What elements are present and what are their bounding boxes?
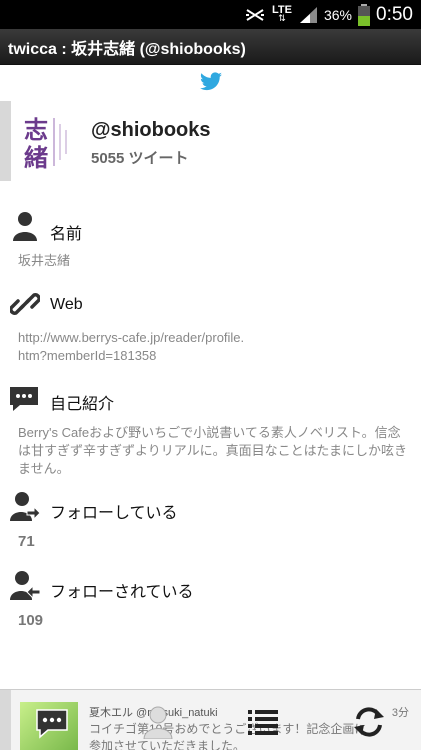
- mute-icon: [246, 8, 265, 21]
- signal-icon: [299, 6, 317, 23]
- following-count[interactable]: 71: [18, 533, 35, 550]
- screen-name: @shiobooks: [91, 119, 211, 141]
- title-bar: twicca : 坂井志緒 (@shiobooks): [0, 29, 421, 65]
- profile-icon[interactable]: [141, 705, 175, 739]
- battery-icon: [358, 3, 371, 26]
- followers-label: フォローされている: [50, 584, 194, 601]
- avatar[interactable]: 志 緒: [20, 110, 76, 172]
- timeline-tweet-time: 3分: [391, 707, 409, 719]
- timeline-tweet-line2: 参加させていただきました。: [89, 739, 246, 750]
- following-label: フォローしている: [50, 505, 178, 522]
- bio-label: 自己紹介: [50, 396, 115, 413]
- bio-line1: Berry's Cafeおよび野いちごで小説書いてる素人ノベリスト。信念: [18, 425, 401, 440]
- status-bar: LTE ⇅ 36% 0:50: [0, 0, 421, 29]
- clock: 0:50: [376, 3, 413, 25]
- speech-bubble-icon: [10, 387, 38, 411]
- reply-icon[interactable]: [35, 705, 69, 739]
- following-icon: [10, 492, 40, 521]
- menu-icon[interactable]: [246, 705, 280, 739]
- profile-left-bar: [0, 101, 11, 181]
- refresh-icon[interactable]: [352, 705, 386, 739]
- link-icon: [10, 293, 40, 315]
- twitter-bird-icon: [200, 72, 222, 91]
- bio-line3: ません。: [18, 461, 70, 476]
- followers-count[interactable]: 109: [18, 612, 43, 629]
- battery-percent: 36%: [323, 6, 353, 23]
- name-value: 坂井志緒: [18, 253, 71, 268]
- bottom-left-bar: [0, 690, 11, 750]
- svg-text:緒: 緒: [24, 143, 48, 172]
- lte-icon: LTE ⇅: [272, 4, 292, 24]
- web-url-line1[interactable]: http://www.berrys-cafe.jp/reader/profile…: [18, 328, 244, 347]
- svg-text:志: 志: [24, 115, 48, 144]
- tweet-count[interactable]: 5055 ツイート: [91, 147, 189, 168]
- bio-line2: は甘すぎず辛すぎずよりリアルに。真面目なことはたまにしか呟き: [18, 443, 407, 458]
- page-title: twicca : 坂井志緒 (@shiobooks): [8, 40, 246, 58]
- web-url-line2[interactable]: htm?memberId=181358: [18, 346, 156, 365]
- status-icons: LTE ⇅ 36% 0:50: [244, 0, 413, 29]
- name-label: 名前: [50, 226, 83, 243]
- followers-icon: [10, 571, 40, 600]
- person-icon: [13, 212, 37, 241]
- web-label: Web: [50, 296, 83, 313]
